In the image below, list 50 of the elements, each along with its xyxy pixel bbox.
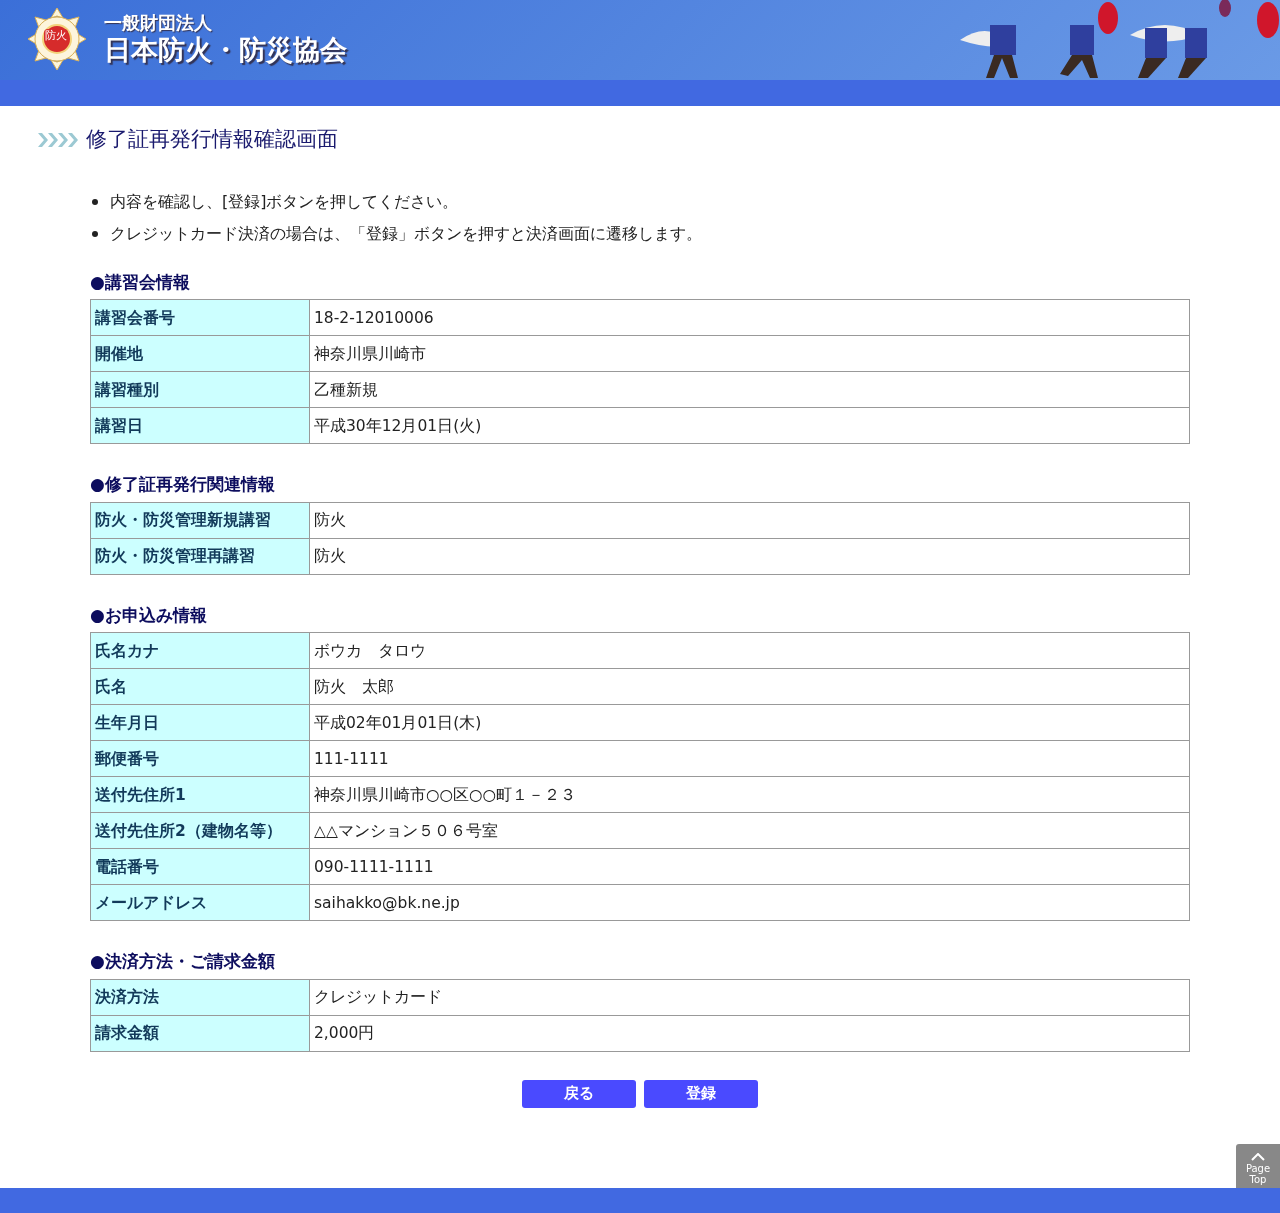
field-value: 111-1111 xyxy=(309,740,1190,777)
bullet-icon xyxy=(92,198,98,205)
logo-icon xyxy=(26,6,88,72)
field-label: 電話番号 xyxy=(90,848,310,885)
field-value: △△マンション５０６号室 xyxy=(309,812,1190,849)
register-button[interactable]: 登録 xyxy=(644,1079,758,1108)
instruction-text: 内容を確認し、[登録]ボタンを押してください。 xyxy=(110,190,459,213)
field-label: 決済方法 xyxy=(90,979,310,1015)
org-type: 一般財団法人 xyxy=(104,11,212,33)
field-value: 防火 太郎 xyxy=(309,668,1190,705)
field-label: 氏名カナ xyxy=(90,632,310,669)
field-value: 平成02年01月01日(木) xyxy=(309,704,1190,741)
field-value: 神奈川県川崎市○○区○○町１－２３ xyxy=(309,776,1190,813)
field-label: 防火・防災管理新規講習 xyxy=(90,502,310,538)
field-value: 乙種新規 xyxy=(309,371,1190,408)
field-value: 18-2-12010006 xyxy=(309,299,1190,336)
section-heading: ●修了証再発行関連情報 xyxy=(90,473,276,496)
chevrons-icon xyxy=(38,132,78,147)
field-value: クレジットカード xyxy=(309,979,1190,1015)
section-heading: ●お申込み情報 xyxy=(90,603,208,627)
caret-up-icon xyxy=(1251,1153,1265,1161)
section-heading: ●決済方法・ご請求金額 xyxy=(90,950,276,973)
field-label: 防火・防災管理再講習 xyxy=(90,538,310,574)
field-value: 防火 xyxy=(309,538,1190,574)
field-label: 氏名 xyxy=(90,668,310,705)
field-value: 2,000円 xyxy=(309,1015,1190,1051)
field-label: 送付先住所2（建物名等） xyxy=(90,812,310,849)
page-top-button[interactable]: Page Top xyxy=(1236,1144,1280,1188)
field-label: 講習会番号 xyxy=(90,299,310,336)
bullet-icon xyxy=(92,230,98,237)
org-name: 日本防火・防災協会 xyxy=(104,34,347,65)
field-label: 郵便番号 xyxy=(90,740,310,777)
back-button[interactable]: 戻る xyxy=(522,1079,636,1108)
field-value: 平成30年12月01日(火) xyxy=(309,407,1190,444)
field-value: 090-1111-1111 xyxy=(309,848,1190,885)
logo-text: 防火 xyxy=(44,29,68,42)
field-label: メールアドレス xyxy=(90,884,310,921)
page-title: 修了証再発行情報確認画面 xyxy=(86,126,338,153)
field-label: 開催地 xyxy=(90,335,310,372)
field-value: 防火 xyxy=(309,502,1190,538)
field-label: 送付先住所1 xyxy=(90,776,310,813)
field-label: 請求金額 xyxy=(90,1015,310,1051)
field-value: ボウカ タロウ xyxy=(309,632,1190,669)
field-value: 神奈川県川崎市 xyxy=(309,335,1190,372)
instruction-text: クレジットカード決済の場合は、「登録」ボタンを押すと決済画面に遷移します。 xyxy=(110,222,702,245)
section-heading: ●講習会情報 xyxy=(90,270,191,294)
field-label: 生年月日 xyxy=(90,704,310,741)
field-value: saihakko@bk.ne.jp xyxy=(309,884,1190,921)
field-label: 講習種別 xyxy=(90,371,310,408)
field-label: 講習日 xyxy=(90,407,310,444)
